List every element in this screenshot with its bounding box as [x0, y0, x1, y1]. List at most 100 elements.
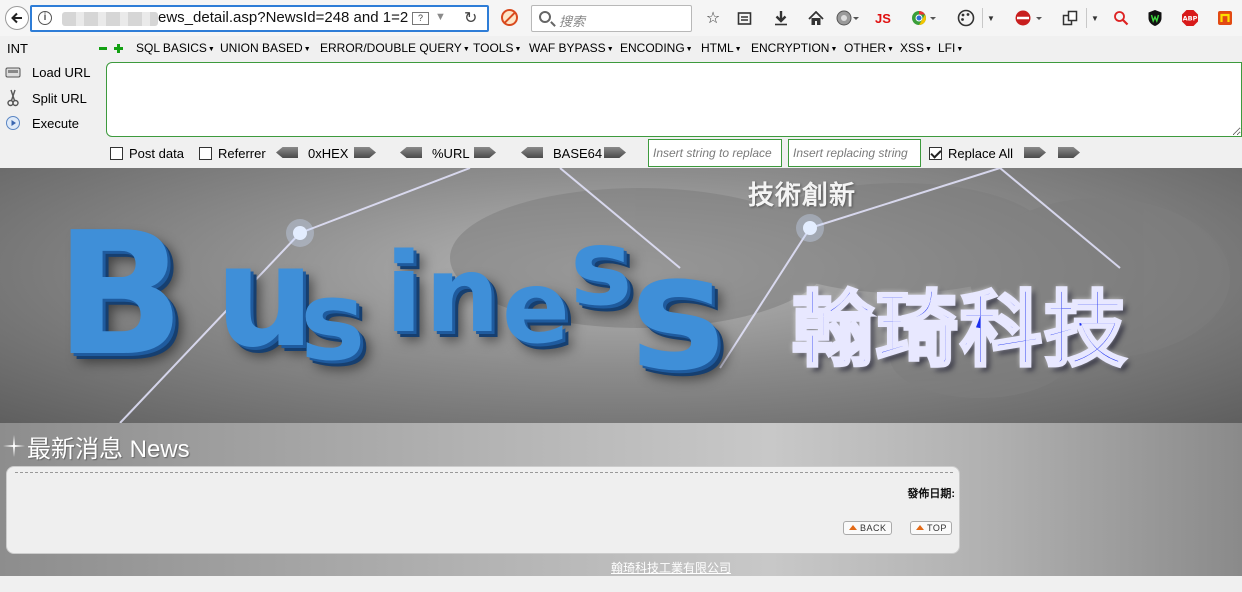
wordmark-letter: n	[425, 234, 500, 356]
chevron-down-icon: ▼	[685, 46, 693, 53]
replace-arrow-icon[interactable]	[1024, 147, 1046, 158]
url-redacted-segment	[62, 12, 158, 26]
download-icon[interactable]	[771, 8, 791, 28]
chevron-down-icon: ▼	[606, 46, 614, 53]
referrer-label: Referrer	[218, 146, 266, 161]
chevron-down-icon: ▼	[956, 46, 964, 53]
replace-with-input[interactable]: Insert replacing string	[788, 139, 921, 167]
hex-label: 0xHEX	[308, 146, 349, 161]
search-placeholder: 搜索	[559, 14, 586, 29]
search-bar[interactable]: 搜索	[531, 5, 692, 32]
top-link-button[interactable]: TOP	[910, 521, 952, 535]
url-text[interactable]: ews_detail.asp?NewsId=248 and 1=2	[158, 9, 408, 26]
news-content-box: 發佈日期: BACK TOP	[6, 466, 960, 554]
replace-reverse-arrow-icon[interactable]	[1058, 147, 1080, 158]
banner-tagline: 技術創新	[748, 180, 857, 210]
palette-icon[interactable]	[955, 8, 977, 28]
footer-company-link[interactable]: 翰琦科技工業有限公司	[611, 559, 731, 576]
addon-box-icon[interactable]	[1214, 8, 1236, 28]
wordmark-letter: B	[55, 196, 185, 394]
chevron-down-icon: ▼	[925, 46, 932, 53]
post-data-label: Post data	[129, 146, 184, 161]
post-data-checkbox[interactable]	[110, 147, 123, 160]
brand-logo-text: 翰琦科技	[790, 282, 1129, 380]
chevron-down-icon[interactable]: ▼	[1090, 8, 1100, 28]
js-toggle-icon[interactable]: JS	[873, 8, 893, 28]
base64-label: BASE64	[553, 146, 603, 161]
url-encode-arrow-icon[interactable]	[474, 147, 496, 158]
info-icon[interactable]: i	[38, 11, 52, 25]
news-heading-row: 最新消息 News	[0, 428, 190, 464]
base64-encode-arrow-icon[interactable]	[604, 147, 626, 158]
replace-find-input[interactable]: Insert string to replace	[648, 139, 782, 167]
hex-encode-arrow-icon[interactable]	[354, 147, 376, 158]
menu-html[interactable]: HTML▼	[701, 41, 742, 55]
menu-tools[interactable]: TOOLS▼	[473, 41, 521, 55]
inspect-search-icon[interactable]	[1110, 8, 1132, 28]
menu-lfi[interactable]: LFI▼	[938, 41, 963, 55]
load-url-label: Load URL	[32, 64, 91, 80]
hex-decode-arrow-icon[interactable]	[276, 147, 298, 158]
wordmark-letter: e	[502, 249, 570, 366]
menu-xss[interactable]: XSS▼	[900, 41, 932, 55]
noscript-icon[interactable]	[501, 9, 518, 26]
menu-error-double-query[interactable]: ERROR/DOUBLE QUERY▼	[320, 41, 470, 55]
toolbar-separator	[1086, 8, 1087, 28]
chevron-down-icon: ▼	[734, 46, 742, 53]
load-url-button[interactable]: Load URL	[4, 64, 91, 80]
replace-all-checkbox[interactable]	[929, 147, 942, 160]
url-encode-label: %URL	[432, 146, 470, 161]
chevron-down-icon: ▼	[207, 46, 215, 53]
increase-icon[interactable]	[114, 44, 123, 53]
url-dropdown-icon[interactable]: ▼	[435, 11, 446, 23]
svg-text:ABP: ABP	[1183, 15, 1198, 23]
header-banner: B u s i n e s s 技術創新 翰琦科技	[0, 168, 1242, 423]
search-icon	[539, 11, 551, 23]
hackbar-url-textarea[interactable]	[106, 62, 1242, 137]
dashed-divider	[15, 472, 953, 473]
post-date-label: 發佈日期:	[907, 488, 955, 500]
wordmark-letter: s	[570, 207, 633, 329]
hackbar-actions: Load URL Split URL Execute	[0, 62, 104, 140]
hackbar-type-select[interactable]: INT	[7, 41, 28, 56]
back-button[interactable]	[5, 6, 29, 30]
split-url-button[interactable]: Split URL	[4, 89, 87, 107]
browser-navbar: i ews_detail.asp?NewsId=248 and 1=2 ? ▼ …	[0, 0, 1242, 36]
adblock-icon[interactable]: ABP	[1179, 8, 1201, 28]
bookmark-star-icon[interactable]: ☆	[703, 8, 723, 28]
hackbar-menu-bar: INT SQL BASICS▼ UNION BASED▼ ERROR/DOUBL…	[0, 37, 1242, 59]
execute-label: Execute	[32, 115, 79, 131]
base64-decode-arrow-icon[interactable]	[521, 147, 543, 158]
menu-union-based[interactable]: UNION BASED▼	[220, 41, 311, 55]
load-url-icon	[4, 64, 22, 80]
news-heading: 最新消息 News	[27, 435, 190, 463]
referrer-checkbox[interactable]	[199, 147, 212, 160]
wordmark-letter: s	[630, 219, 726, 406]
split-url-label: Split URL	[32, 90, 87, 106]
menu-waf-bypass[interactable]: WAF BYPASS▼	[529, 41, 614, 55]
page-action-icon[interactable]: ?	[412, 12, 429, 25]
menu-encryption[interactable]: ENCRYPTION▼	[751, 41, 837, 55]
scissors-icon	[4, 89, 22, 107]
back-link-button[interactable]: BACK	[843, 521, 892, 535]
screenshot-icon[interactable]	[1060, 8, 1080, 28]
url-decode-arrow-icon[interactable]	[400, 147, 422, 158]
reload-icon[interactable]: ↻	[464, 8, 477, 28]
wordmark-letter: i	[385, 229, 423, 357]
chevron-down-icon[interactable]: ▼	[986, 8, 996, 28]
addon-chrome-icon[interactable]	[910, 8, 940, 28]
web-page: B u s i n e s s 技術創新 翰琦科技 最新消息 News 發佈日期…	[0, 168, 1242, 592]
shield-icon[interactable]	[1144, 8, 1166, 28]
hackbar-toggle-icon[interactable]	[1013, 8, 1045, 28]
decrease-icon[interactable]	[99, 47, 107, 50]
addon-globe-icon[interactable]	[835, 8, 863, 28]
execute-button[interactable]: Execute	[4, 115, 79, 131]
reading-list-icon[interactable]	[734, 8, 754, 28]
chevron-down-icon: ▼	[830, 46, 838, 53]
play-icon	[4, 115, 22, 131]
menu-other[interactable]: OTHER▼	[844, 41, 894, 55]
menu-encoding[interactable]: ENCODING▼	[620, 41, 693, 55]
menu-sql-basics[interactable]: SQL BASICS▼	[136, 41, 215, 55]
url-bar[interactable]: i ews_detail.asp?NewsId=248 and 1=2 ? ▼ …	[30, 5, 489, 32]
home-icon[interactable]	[806, 8, 826, 28]
